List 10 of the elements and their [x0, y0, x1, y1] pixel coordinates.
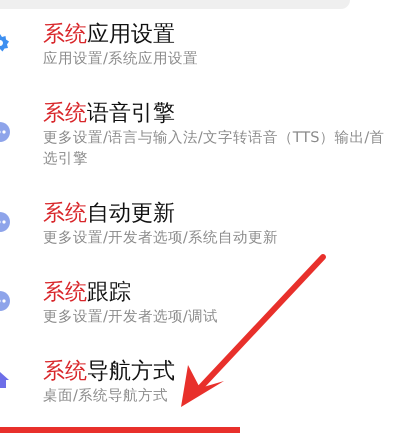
- result-path: 应用设置/系统应用设置: [43, 50, 199, 69]
- result-title[interactable]: 系统语音引擎: [43, 100, 398, 128]
- result-title[interactable]: 系统自动更新: [43, 200, 398, 228]
- result-title[interactable]: 系统应用设置: [43, 21, 398, 49]
- result-path: 更多设置/开发者选项/调试: [43, 308, 219, 327]
- result-title[interactable]: 系统跟踪: [43, 279, 398, 307]
- result-path: 更多设置/语言与输入法/文字转语音（TTS）输出/首选引擎: [43, 128, 386, 169]
- result-path: 桌面/系统导航方式: [43, 386, 169, 406]
- result-path: 更多设置/开发者选项/系统自动更新: [43, 228, 279, 248]
- result-title[interactable]: 系统导航方式: [43, 358, 398, 386]
